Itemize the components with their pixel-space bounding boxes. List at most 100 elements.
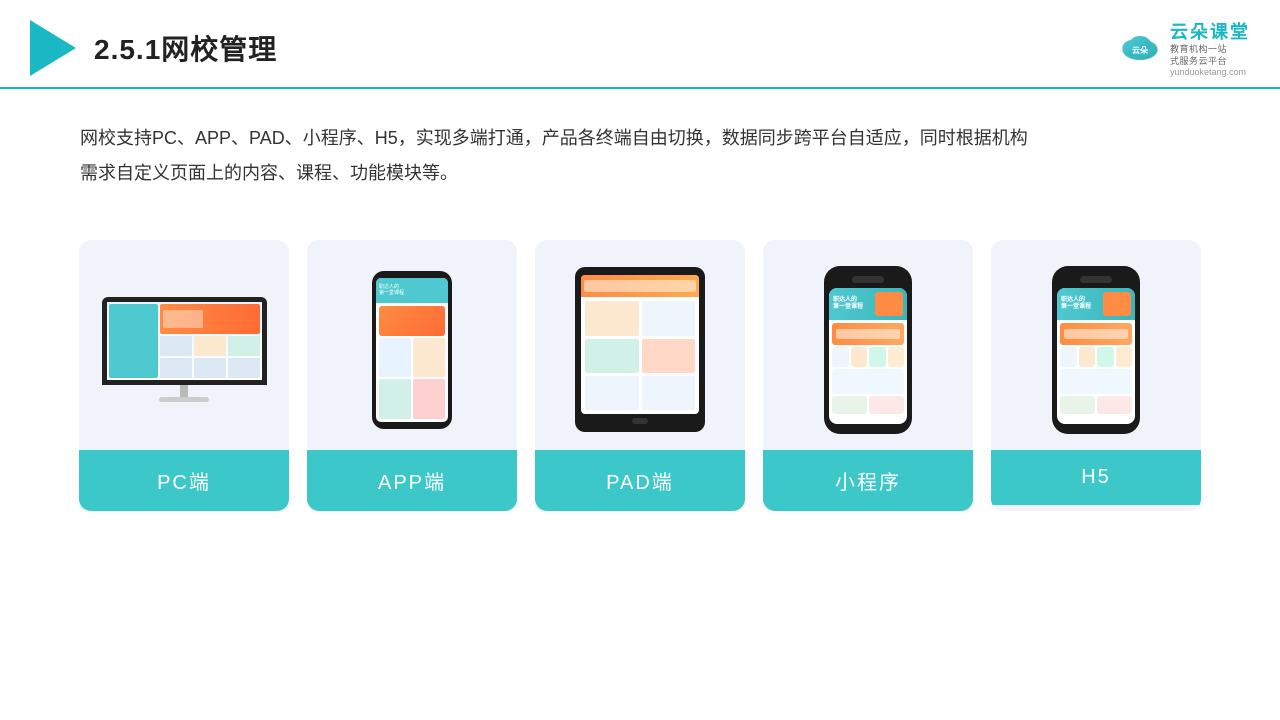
lp-icon-1 [832,347,849,367]
pc-image-area [79,240,289,450]
monitor-cell-4 [160,358,192,378]
monitor-screen-outer [102,297,267,385]
svg-text:云朵: 云朵 [1132,44,1148,54]
large-phone-screen: 职达人的第一堂课程 [829,288,907,424]
description-line2: 需求自定义页面上的内容、课程、功能模块等。 [80,156,1200,190]
lp-bottom-2 [869,396,904,414]
monitor-main [160,304,259,378]
h5-phone-content: 职达人的第一堂课程 [1057,288,1135,424]
brand-name: 云朵课堂 [1170,18,1250,44]
h5-lp-header-text: 职达人的第一堂课程 [1061,297,1100,311]
monitor-sidebar [109,304,159,378]
pc-label: PC端 [79,450,289,511]
app-label: APP端 [307,450,517,511]
header-right: 云朵 云朵课堂 教育机构一站 式服务云平台 yunduoketang.com [1116,18,1250,77]
ap-cell-3 [379,379,411,419]
h5-label: H5 [991,450,1201,505]
miniprogram-image-area: 职达人的第一堂课程 [763,240,973,450]
lp-body [829,320,907,424]
monitor-cell-3 [228,336,260,356]
monitor-screen-content [107,302,262,380]
app-phone-screen [376,278,448,422]
lp-icon-3 [869,347,886,367]
h5-lp-bottom-1 [1060,396,1095,414]
monitor-banner [160,304,259,334]
lp-content-block [832,369,904,394]
miniprogram-label: 小程序 [763,450,973,511]
pad-image-area [535,240,745,450]
h5-image-area: 职达人的第一堂课程 [991,240,1201,450]
ap-header [376,278,448,303]
lp-bottom-row [832,396,904,414]
monitor-cell-6 [228,358,260,378]
tablet-body [581,297,699,414]
tablet [575,267,705,432]
app-card: APP端 [307,240,517,511]
tablet-cell-4 [642,339,696,373]
app-image-area [307,240,517,450]
brand-sub1: 教育机构一站 [1170,44,1227,56]
description-line1: 网校支持PC、APP、PAD、小程序、H5，实现多端打通，产品各终端自由切换，数… [80,121,1200,155]
miniprogram-phone: 职达人的第一堂课程 [824,266,912,434]
pc-monitor [102,297,267,402]
monitor-cell-1 [160,336,192,356]
h5-phone: 职达人的第一堂课程 [1052,266,1140,434]
tablet-home-btn [632,418,648,424]
tablet-cell-5 [585,376,639,410]
ap-banner [379,306,445,336]
tablet-screen-content [581,275,699,414]
tablet-screen [581,275,699,414]
description-block: 网校支持PC、APP、PAD、小程序、H5，实现多端打通，产品各终端自由切换，数… [0,89,1280,189]
app-phone [372,271,452,429]
tablet-cell-1 [585,301,639,335]
logo-triangle-icon [30,20,76,76]
tablet-cell-2 [642,301,696,335]
lp-banner [832,323,904,345]
lp-icon-2 [851,347,868,367]
brand-logo: 云朵 云朵课堂 教育机构一站 式服务云平台 yunduoketang.com [1116,18,1250,77]
h5-phone-screen: 职达人的第一堂课程 [1057,288,1135,424]
pc-card: PC端 [79,240,289,511]
brand-text: 云朵课堂 教育机构一站 式服务云平台 yunduoketang.com [1170,18,1250,77]
tablet-cell-3 [585,339,639,373]
ap-cell-1 [379,338,411,378]
page-title: 2.5.1网校管理 [94,28,277,68]
h5-card: 职达人的第一堂课程 [991,240,1201,511]
h5-lp-bottom-row [1060,396,1132,414]
ap-grid [379,338,445,419]
app-phone-content [376,278,448,422]
h5-lp-icons-row [1060,347,1132,367]
pad-label: PAD端 [535,450,745,511]
monitor-cell-5 [194,358,226,378]
large-phone-content: 职达人的第一堂课程 [829,288,907,424]
h5-lp-icon-3 [1097,347,1114,367]
header-left: 2.5.1网校管理 [30,20,277,76]
brand-url: yunduoketang.com [1170,67,1246,77]
lp-icons-row [832,347,904,367]
lp-bottom-1 [832,396,867,414]
tablet-cell-6 [642,376,696,410]
large-phone-notch [852,276,884,283]
lp-header-text: 职达人的第一堂课程 [833,297,872,311]
lp-header-img [875,292,903,316]
h5-lp-header-img [1103,292,1131,316]
h5-lp-bottom-2 [1097,396,1132,414]
monitor-base [159,397,209,402]
monitor-cell-2 [194,336,226,356]
header: 2.5.1网校管理 云朵 云朵课堂 教育机构一站 式服 [0,0,1280,89]
h5-lp-icon-2 [1079,347,1096,367]
ap-body [376,303,448,422]
brand-sub2: 式服务云平台 [1170,56,1227,68]
device-cards-container: PC端 [0,200,1280,511]
miniprogram-card: 职达人的第一堂课程 [763,240,973,511]
h5-phone-notch [1080,276,1112,283]
ap-cell-4 [413,379,445,419]
cloud-icon: 云朵 [1116,32,1164,64]
h5-lp-header: 职达人的第一堂课程 [1057,288,1135,320]
h5-lp-icon-4 [1116,347,1133,367]
tablet-header [581,275,699,297]
pad-card: PAD端 [535,240,745,511]
monitor-grid [160,336,259,378]
h5-lp-icon-1 [1060,347,1077,367]
lp-icon-4 [888,347,905,367]
